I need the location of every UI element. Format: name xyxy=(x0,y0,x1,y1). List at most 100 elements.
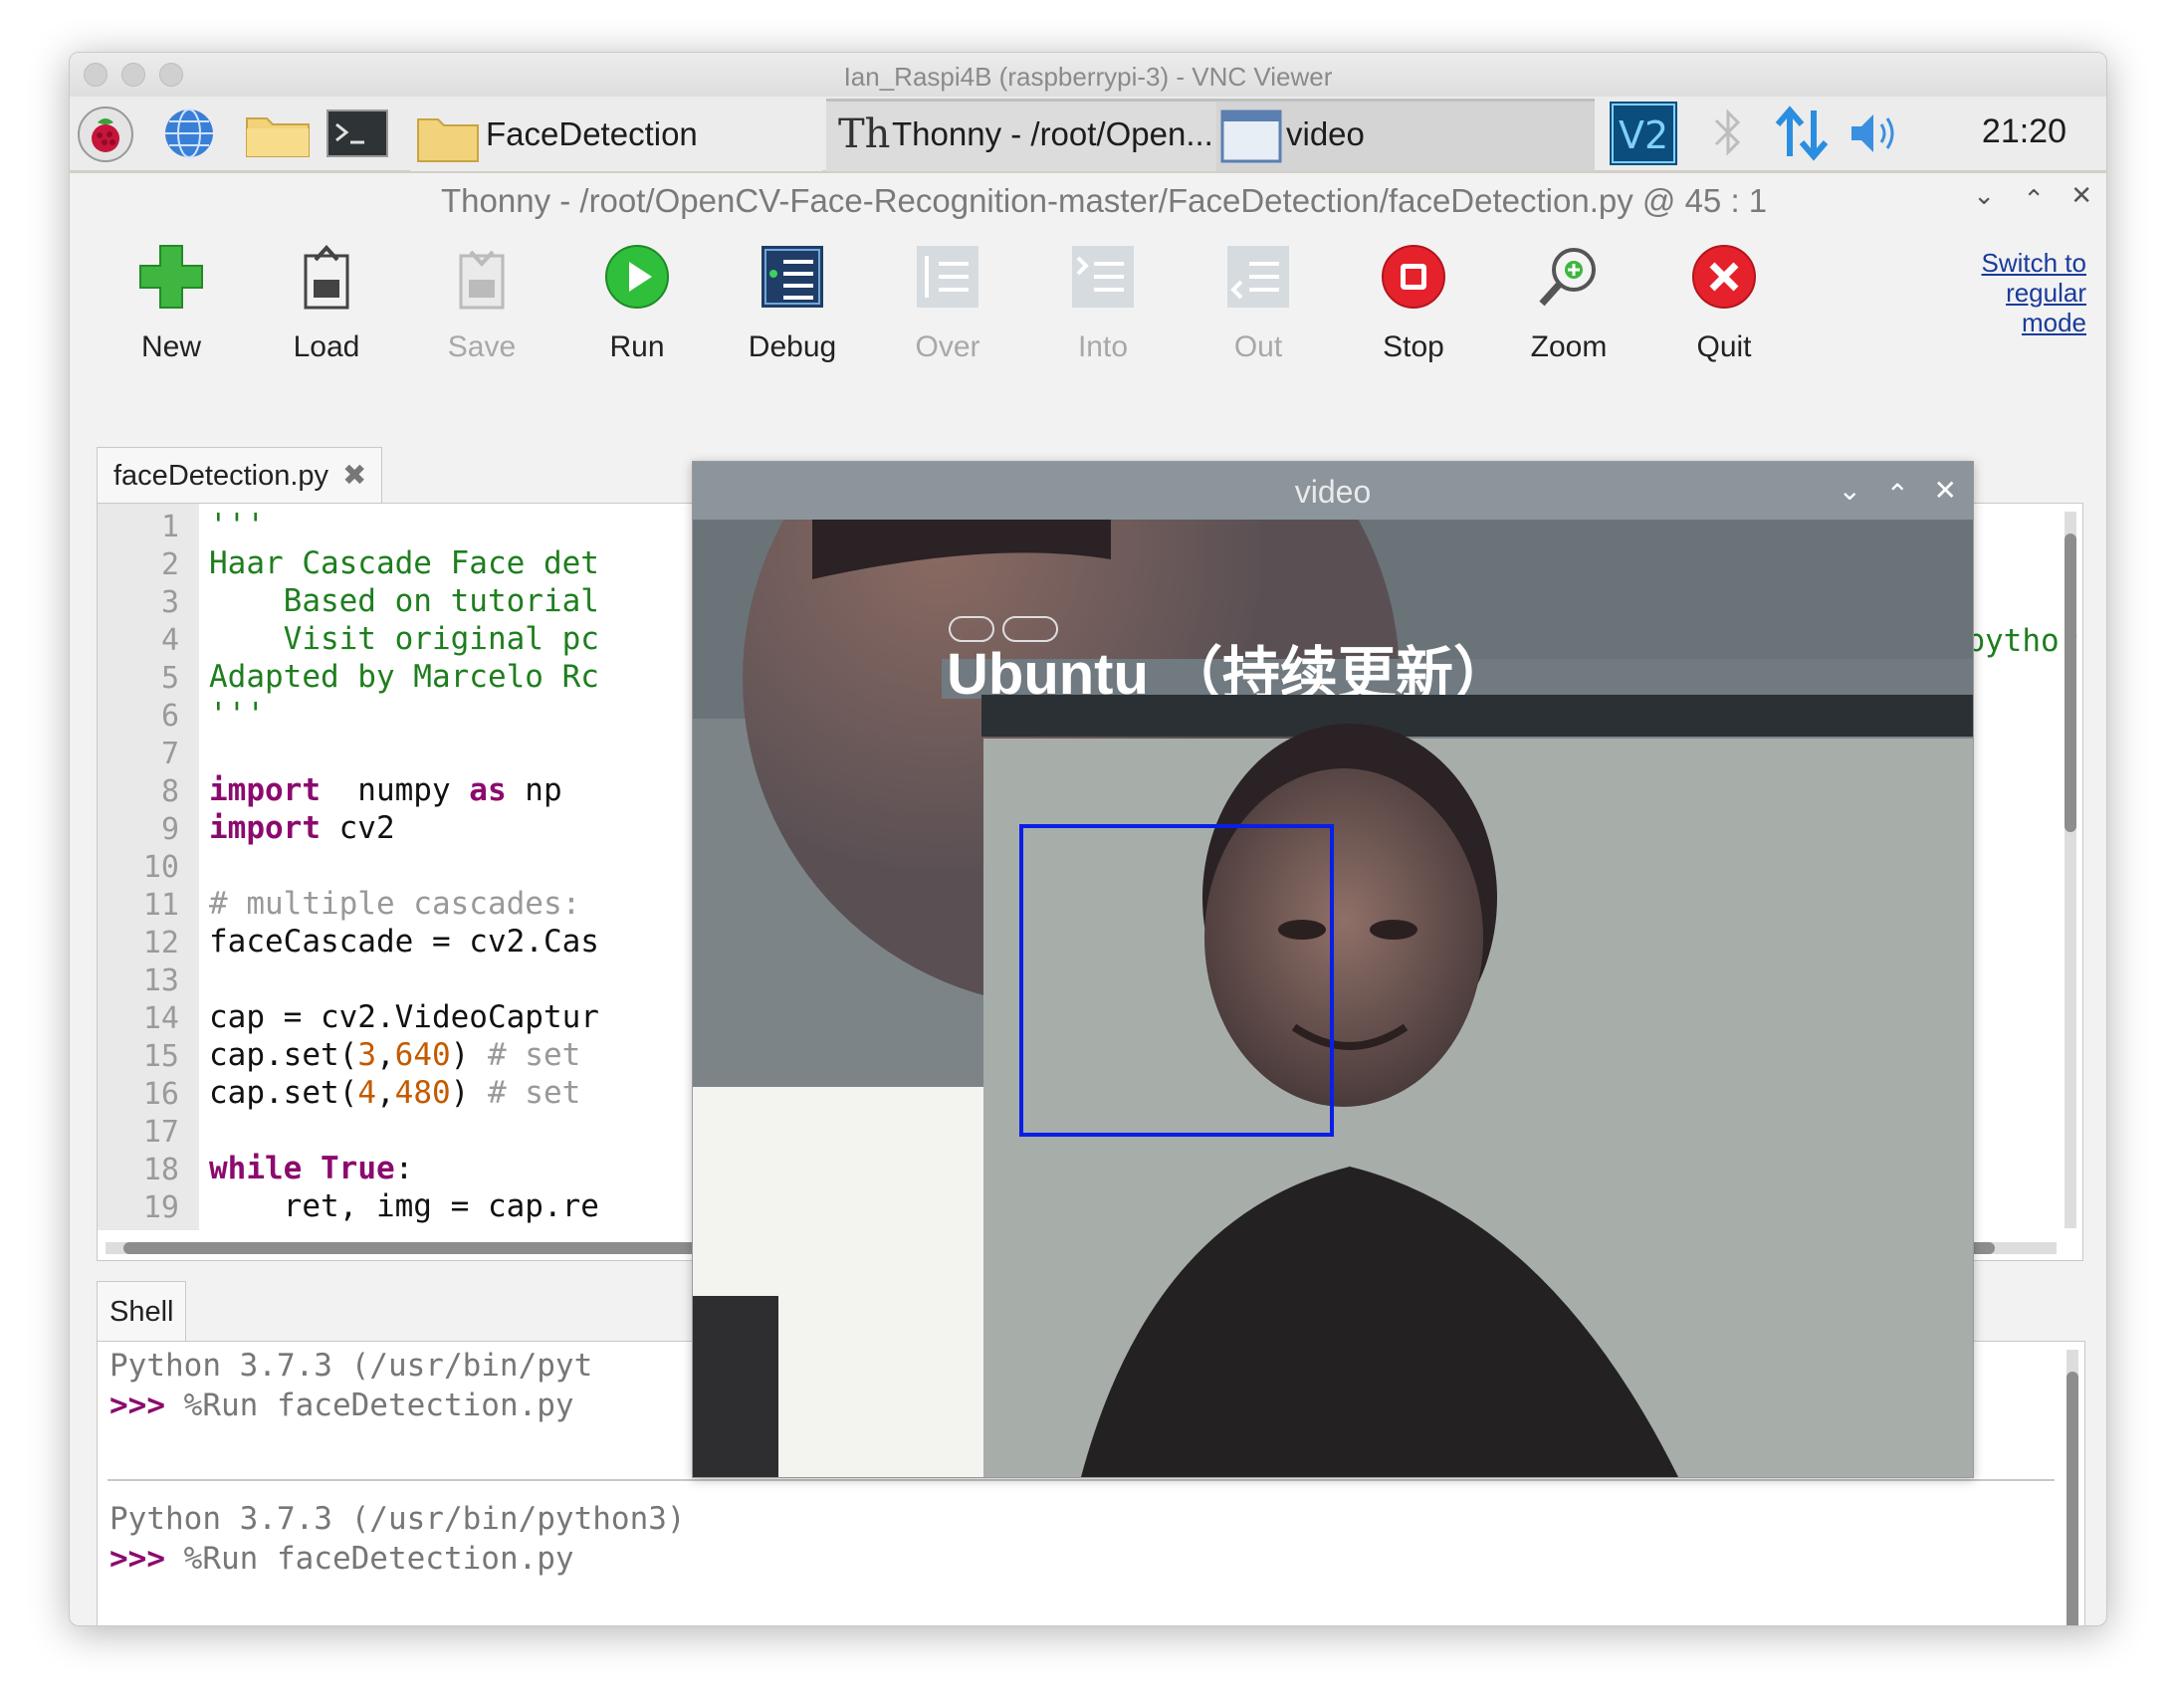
new-button[interactable]: New xyxy=(102,242,241,364)
video-title: video xyxy=(1294,474,1372,510)
line-number: 2 xyxy=(160,547,179,582)
thonny-title: Thonny - /root/OpenCV-Face-Recognition-m… xyxy=(441,182,1768,219)
pi-taskbar: FaceDetection Th Thonny - /root/Open... … xyxy=(70,97,2106,173)
vnc-title: Ian_Raspi4B (raspberrypi-3) - VNC Viewer xyxy=(843,62,1333,92)
shell-output: Python 3.7.3 (/usr/bin/python3) xyxy=(109,1501,686,1537)
shell-scrollbar[interactable] xyxy=(2066,1350,2078,1625)
shell-command-line: >>> %Run faceDetection.py xyxy=(109,1388,574,1423)
debug-icon xyxy=(761,246,823,308)
tool-label: Debug xyxy=(748,330,837,363)
code-line: ret, img = cap.re xyxy=(209,1188,599,1224)
zoom-button[interactable]: Zoom xyxy=(1499,242,1638,364)
code-line: ''' xyxy=(209,508,265,543)
line-number: 5 xyxy=(160,661,179,696)
volume-icon[interactable] xyxy=(1848,108,1903,158)
line-gutter: 1 2 3 4 5 6 7 8 9 10 11 12 13 14 15 16 1… xyxy=(98,504,199,1230)
code-line: faceCascade = cv2.Cas xyxy=(209,924,599,960)
tool-label: Load xyxy=(293,330,360,363)
thonny-toolbar: New Load Save Run Debug Over Into Out St… xyxy=(70,232,2106,421)
raspberry-icon[interactable] xyxy=(76,105,135,162)
tab-close-icon[interactable]: ✖ xyxy=(342,458,366,493)
code-line: Based on tutorial xyxy=(209,583,599,619)
stop-icon xyxy=(1382,245,1445,309)
shell-divider xyxy=(108,1479,2055,1481)
terminal-icon[interactable] xyxy=(325,105,390,162)
zoom-icon xyxy=(1539,248,1596,307)
step-into-button[interactable]: Into xyxy=(1033,242,1173,364)
line-number: 9 xyxy=(160,812,179,847)
load-icon xyxy=(304,245,349,310)
close-icon[interactable]: ✕ xyxy=(1934,474,1957,507)
bluetooth-icon[interactable] xyxy=(1708,107,1748,160)
chevron-up-icon[interactable]: ⌃ xyxy=(2023,184,2045,215)
editor-tab[interactable]: faceDetection.py ✖ xyxy=(97,447,382,504)
switch-line-3: mode xyxy=(2021,308,2086,337)
thonny-icon: Th xyxy=(838,111,891,157)
line-number: 4 xyxy=(160,623,179,658)
code-line: Visit original pc xyxy=(209,621,599,657)
line-number: 10 xyxy=(142,850,179,885)
chevron-down-icon[interactable]: ⌄ xyxy=(1973,180,1995,211)
load-button[interactable]: Load xyxy=(257,242,396,364)
new-icon xyxy=(139,245,203,309)
tool-label: Out xyxy=(1233,330,1283,363)
save-button[interactable]: Save xyxy=(412,242,551,364)
task-video[interactable]: video xyxy=(1216,99,1595,171)
switch-line-1: Switch to xyxy=(1981,248,2087,278)
line-number: 8 xyxy=(160,774,179,809)
tool-label: Stop xyxy=(1383,330,1444,363)
shell-command: %Run faceDetection.py xyxy=(165,1388,574,1423)
video-titlebar[interactable]: video ⌄ ⌃ ✕ xyxy=(693,462,1973,520)
camera-frame: Ubuntu （持续更新） xyxy=(693,520,1973,1477)
globe-icon[interactable] xyxy=(159,105,219,162)
shell-output: Python 3.7.3 (/usr/bin/pyt xyxy=(109,1348,593,1384)
shell-tab[interactable]: Shell xyxy=(97,1281,186,1342)
chevron-up-icon[interactable]: ⌃ xyxy=(1886,478,1909,511)
switch-mode-link[interactable]: Switch to regular mode xyxy=(1982,248,2087,337)
folder-icon xyxy=(417,118,479,162)
clock[interactable]: 21:20 xyxy=(1982,112,2066,151)
step-out-button[interactable]: Out xyxy=(1189,242,1328,364)
stop-button[interactable]: Stop xyxy=(1344,242,1483,364)
editor-tab-label: faceDetection.py xyxy=(113,460,329,492)
thonny-titlebar: Thonny - /root/OpenCV-Face-Recognition-m… xyxy=(70,172,2106,232)
code-line: ''' xyxy=(209,697,265,733)
step-over-button[interactable]: Over xyxy=(878,242,1017,364)
run-button[interactable]: Run xyxy=(567,242,707,364)
line-number: 14 xyxy=(142,1001,179,1036)
folder-icon[interactable] xyxy=(243,105,313,162)
code-line: cap.set(3,640) # set xyxy=(209,1037,581,1073)
shell-prompt: >>> xyxy=(109,1388,165,1423)
debug-button[interactable]: Debug xyxy=(723,242,862,364)
quit-button[interactable]: Quit xyxy=(1654,242,1794,364)
shell-prompt: >>> xyxy=(109,1541,165,1577)
tool-label: Quit xyxy=(1696,330,1752,363)
task-label: FaceDetection xyxy=(486,115,698,152)
right-eye xyxy=(1370,920,1417,940)
run-icon xyxy=(605,245,669,309)
task-filemanager[interactable]: FaceDetection xyxy=(410,99,822,171)
network-icon[interactable] xyxy=(1774,105,1830,162)
close-icon[interactable]: ✕ xyxy=(2070,180,2092,211)
vnc-icon[interactable]: V2 xyxy=(1609,101,1678,166)
line-number: 18 xyxy=(142,1153,179,1187)
quit-icon xyxy=(1692,245,1756,309)
line-number: 19 xyxy=(142,1190,179,1225)
code-line: while True: xyxy=(209,1151,414,1186)
tool-label: Into xyxy=(1077,330,1129,363)
step-out-icon xyxy=(1227,246,1289,308)
line-number: 6 xyxy=(160,699,179,734)
task-thonny[interactable]: Th Thonny - /root/Open... xyxy=(826,99,1232,171)
shell-command: %Run faceDetection.py xyxy=(165,1541,574,1577)
vnc-viewer-window: Ian_Raspi4B (raspberrypi-3) - VNC Viewer xyxy=(69,52,2107,1626)
step-over-icon xyxy=(917,246,978,308)
code-line: # multiple cascades: xyxy=(209,886,581,922)
line-number: 7 xyxy=(160,737,179,771)
left-eye xyxy=(1278,920,1326,940)
save-icon xyxy=(459,250,505,310)
video-window[interactable]: video ⌄ ⌃ ✕ Ubuntu （持续更新） xyxy=(692,461,1974,1478)
chevron-down-icon[interactable]: ⌄ xyxy=(1839,474,1861,507)
vertical-scrollbar[interactable] xyxy=(2065,512,2076,1228)
code-line: cap = cv2.VideoCaptur xyxy=(209,999,599,1035)
line-number: 13 xyxy=(142,963,179,998)
